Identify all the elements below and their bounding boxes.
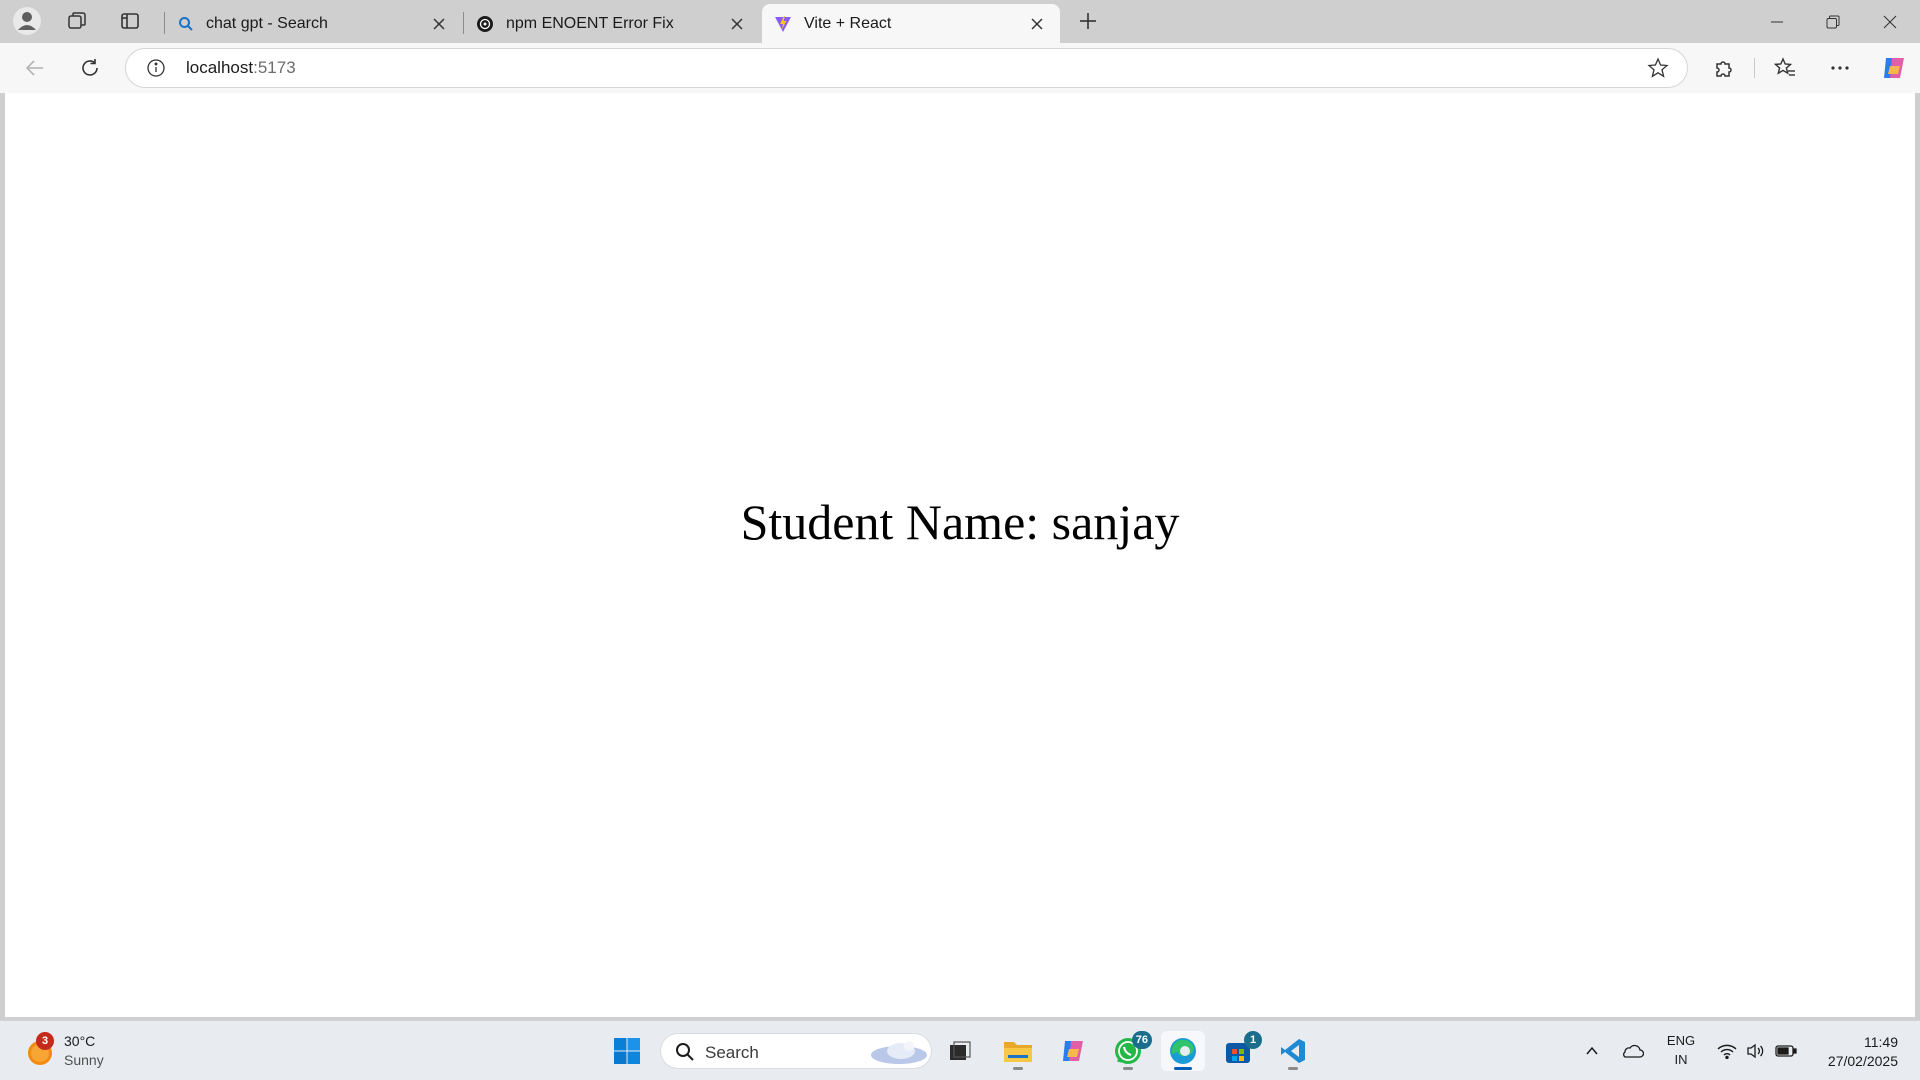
plus-icon [1080, 13, 1096, 29]
tab-npm-enoent-error-fix[interactable]: npm ENOENT Error Fix [464, 4, 760, 43]
copilot-icon [1884, 58, 1904, 78]
running-indicator [1174, 1067, 1192, 1070]
edge-button[interactable] [1161, 1031, 1205, 1071]
back-button[interactable] [15, 48, 55, 88]
whatsapp-badge: 76 [1131, 1031, 1152, 1049]
running-indicator [1123, 1067, 1133, 1070]
vite-icon [775, 15, 791, 32]
search-highlight-icon [871, 1041, 927, 1064]
start-button[interactable] [605, 1031, 649, 1071]
minimize-button[interactable] [1749, 0, 1805, 43]
language-indicator[interactable]: ENG IN [1658, 1029, 1704, 1073]
address-bar[interactable]: localhost:5173 [125, 48, 1688, 88]
search-icon [179, 16, 193, 31]
search-label: Search [705, 1043, 759, 1062]
windows-icon [614, 1038, 640, 1064]
refresh-button[interactable] [70, 48, 110, 88]
onedrive-icon [1623, 1044, 1644, 1058]
back-arrow-icon [25, 60, 43, 76]
close-icon [1883, 15, 1897, 28]
wifi-icon [1717, 1044, 1737, 1059]
running-indicator [1288, 1067, 1298, 1070]
clock[interactable]: 11:49 27/02/2025 [1828, 1033, 1898, 1071]
vscode-icon [1281, 1039, 1305, 1063]
running-indicator [1013, 1067, 1023, 1070]
extensions-button[interactable] [1704, 48, 1744, 88]
refresh-icon [82, 59, 98, 76]
tab-actions-icon [121, 13, 139, 29]
taskbar: 3 30°C Sunny Search 76 1 ENG IN 11:49 27… [0, 1020, 1920, 1080]
clock-date: 27/02/2025 [1827, 1053, 1898, 1069]
close-window-button[interactable] [1862, 0, 1918, 43]
url-host: localhost [186, 58, 254, 77]
vscode-button[interactable] [1271, 1031, 1315, 1071]
store-badge: 1 [1244, 1031, 1262, 1049]
close-icon [433, 17, 445, 30]
clock-time: 11:49 [1864, 1034, 1898, 1050]
taskbar-search[interactable]: Search [660, 1033, 932, 1069]
show-hidden-icons-button[interactable] [1570, 1031, 1614, 1071]
restore-button[interactable] [1805, 0, 1861, 43]
favorites-icon [1774, 57, 1795, 76]
extensions-icon [1716, 61, 1732, 77]
task-view-button[interactable] [938, 1031, 982, 1071]
close-tab-button[interactable] [428, 13, 450, 35]
star-icon[interactable] [1647, 57, 1669, 79]
edge-icon [1170, 1038, 1196, 1064]
copilot-icon [1063, 1041, 1083, 1061]
url-port: :5173 [253, 58, 296, 77]
tab-title: npm ENOENT Error Fix [506, 14, 674, 32]
tab-vite-react[interactable]: Vite + React [762, 4, 1060, 43]
battery-icon [1775, 1045, 1797, 1057]
whatsapp-button[interactable]: 76 [1106, 1031, 1152, 1071]
minimize-icon [1771, 21, 1783, 22]
site-info-icon[interactable] [146, 58, 166, 78]
store-button[interactable]: 1 [1216, 1031, 1262, 1071]
language-line1: ENG [1666, 1033, 1696, 1048]
toolbar-divider [1754, 58, 1755, 78]
tab-strip: chat gpt - Search npm ENOENT Error Fix V… [0, 0, 1920, 43]
profile-button[interactable] [7, 6, 47, 36]
language-line2: IN [1674, 1052, 1688, 1067]
favorites-button[interactable] [1765, 48, 1805, 88]
task-view-icon [950, 1041, 971, 1060]
close-tab-button[interactable] [726, 13, 748, 35]
tab-title: chat gpt - Search [206, 14, 328, 32]
file-explorer-button[interactable] [996, 1031, 1040, 1071]
student-name-text: Student Name: sanjay [740, 494, 1180, 550]
search-icon [676, 1043, 694, 1061]
profile-icon [13, 7, 41, 35]
copilot-button[interactable] [1874, 48, 1914, 88]
tab-chat-gpt-search[interactable]: chat gpt - Search [166, 4, 462, 43]
onedrive-button[interactable] [1610, 1031, 1654, 1071]
page-content: Student Name: sanjay [5, 93, 1915, 1017]
weather-condition: Sunny [64, 1052, 104, 1068]
tab-separator [164, 12, 165, 34]
browser-toolbar: localhost:5173 [0, 43, 1920, 93]
quick-settings-button[interactable] [1712, 1031, 1802, 1071]
restore-icon [1826, 15, 1840, 28]
settings-more-button[interactable] [1820, 48, 1860, 88]
tab-title: Vite + React [804, 14, 892, 32]
close-tab-button[interactable] [1026, 13, 1048, 35]
weather-badge: 3 [36, 1032, 54, 1050]
chevron-up-icon [1586, 1046, 1598, 1055]
more-icon [1831, 66, 1849, 70]
vertical-tabs-button[interactable] [110, 6, 150, 36]
volume-icon [1747, 1043, 1764, 1059]
chatgpt-icon [477, 15, 493, 32]
workspaces-button[interactable] [57, 6, 97, 36]
copilot-app-button[interactable] [1051, 1031, 1095, 1071]
weather-temp: 30°C [64, 1033, 96, 1049]
weather-widget[interactable]: 3 30°C Sunny [14, 1031, 114, 1071]
new-tab-button[interactable] [1068, 6, 1108, 36]
workspaces-icon [68, 12, 86, 29]
folder-icon [1004, 1042, 1032, 1062]
close-icon [1031, 17, 1043, 30]
close-icon [731, 17, 743, 30]
url-text[interactable]: localhost:5173 [186, 58, 296, 78]
